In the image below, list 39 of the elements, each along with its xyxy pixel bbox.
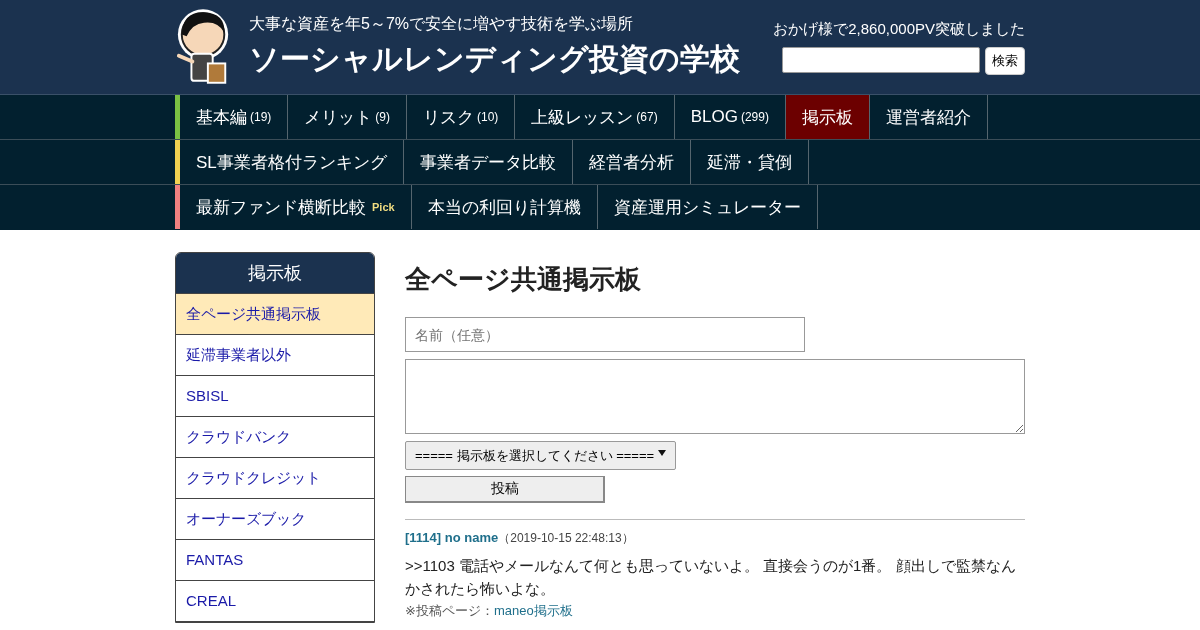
nav-link[interactable]: 本当の利回り計算機	[411, 185, 598, 229]
source-label: ※投稿ページ：	[405, 603, 494, 618]
nav-link[interactable]: 延滞・貸倒	[690, 140, 809, 184]
nav-link[interactable]: 資産運用シミュレーター	[597, 185, 818, 229]
sidebar-title: 掲示板	[176, 253, 374, 294]
site-tagline: 大事な資産を年5～7%で安全に増やす技術を学ぶ場所	[249, 14, 635, 34]
name-field[interactable]: 名前（任意）	[405, 317, 805, 352]
sidebar-item[interactable]: 延滞事業者以外	[176, 335, 374, 376]
nav-link[interactable]: 最新ファンド横断比較 Pick	[180, 185, 412, 229]
post-text: >>1103 電話やメールなんて何とも思っていないよ。 直接会うのが1番。 顔出しで監禁なんかされたら怖いよな。	[405, 556, 1017, 599]
nav-link[interactable]: 運営者紹介	[869, 95, 988, 139]
post-author[interactable]: [1114] no name	[405, 530, 499, 545]
sidebar-item[interactable]: クラウドクレジット	[176, 458, 374, 499]
sidebar-item[interactable]: クラウドバンク	[176, 417, 374, 458]
site-title[interactable]: ソーシャルレンディング投資の学校	[249, 39, 774, 80]
nav-link[interactable]: リスク (10)	[407, 95, 516, 139]
message-field[interactable]	[405, 359, 1025, 434]
search-button[interactable]: 検索	[985, 46, 1025, 75]
nav-link[interactable]: SL事業者格付ランキング	[180, 140, 404, 184]
sidebar-item[interactable]: SBISL	[176, 376, 374, 417]
sidebar-item[interactable]: FANTAS	[176, 540, 374, 581]
nav-link[interactable]: 事業者データ比較	[403, 140, 573, 184]
source-link[interactable]: maneo掲示板	[493, 603, 573, 618]
nav-link[interactable]: 掲示板	[785, 95, 870, 139]
nav-link[interactable]: 上級レッスン (67)	[515, 95, 675, 139]
submit-button[interactable]: 投稿	[405, 476, 605, 503]
sidebar-item[interactable]: 全ページ共通掲示板	[176, 294, 374, 335]
pv-notice: おかげ様で2,860,000PV突破しました	[773, 19, 1025, 39]
sidebar-item[interactable]: オーナーズブック	[176, 499, 374, 540]
nav-link[interactable]: BLOG (299)	[674, 95, 786, 139]
page-heading: 全ページ共通掲示板	[405, 263, 642, 296]
sidebar-item[interactable]: CREAL	[176, 581, 374, 622]
dropdown-caret-icon	[657, 449, 666, 456]
nav-link[interactable]: 基本編 (19)	[180, 95, 289, 139]
nav-link[interactable]: 経営者分析	[572, 140, 691, 184]
board-select[interactable]: ===== 掲示板を選択してください =====	[405, 441, 676, 470]
post-date: （2019-10-15 22:48:13）	[498, 531, 634, 545]
nav-link[interactable]: メリット (9)	[288, 95, 407, 139]
search-field[interactable]	[782, 46, 980, 73]
